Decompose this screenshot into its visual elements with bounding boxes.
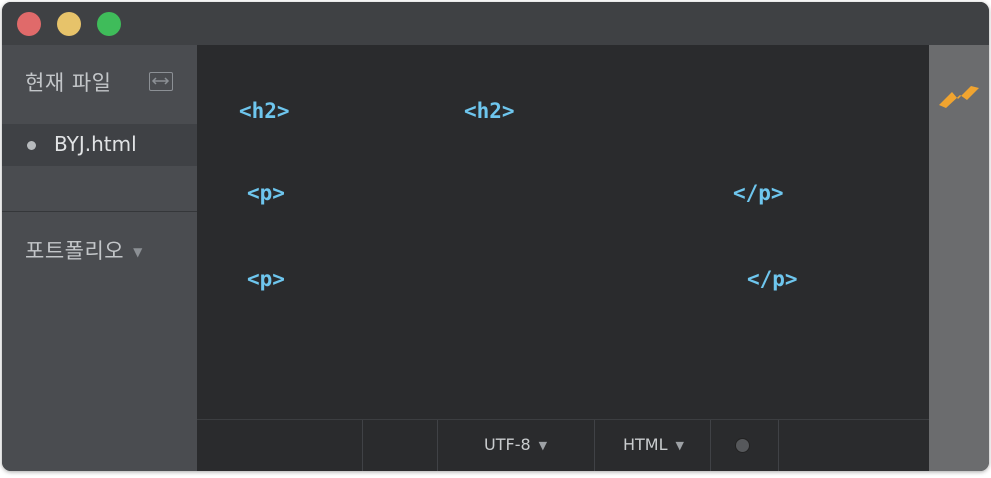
dropdown-caret-icon: ▼: [675, 439, 684, 452]
file-dot-icon: [27, 141, 36, 150]
status-divider: [437, 420, 438, 471]
code-tag[interactable]: <h2>: [239, 99, 290, 123]
title-bar: [2, 2, 989, 45]
code-tag[interactable]: <p>: [247, 181, 285, 205]
maximize-window-button[interactable]: [97, 12, 121, 36]
code-tag[interactable]: </p>: [733, 181, 784, 205]
close-window-button[interactable]: [17, 12, 41, 36]
sidebar: 현재 파일 BYJ.html 포트폴리오 ▼: [2, 45, 197, 471]
sidebar-divider: [2, 211, 197, 212]
code-tag[interactable]: </p>: [747, 267, 798, 291]
right-toolbar: [929, 45, 989, 471]
language-dropdown[interactable]: HTML ▼: [623, 435, 684, 454]
encoding-dropdown[interactable]: UTF-8 ▼: [484, 435, 547, 454]
dropdown-caret-icon: ▼: [538, 439, 548, 452]
status-divider: [710, 420, 711, 471]
project-folder-label: 포트폴리오: [25, 239, 125, 263]
status-bar: UTF-8 ▼ HTML ▼: [197, 419, 929, 471]
language-label: HTML: [623, 435, 668, 454]
folder-caret-icon: ▼: [133, 245, 143, 259]
status-divider: [362, 420, 363, 471]
code-tag[interactable]: <h2>: [464, 99, 515, 123]
code-editor[interactable]: <h2> <h2> <p> </p> <p> </p>: [197, 45, 929, 419]
project-folder-dropdown[interactable]: 포트폴리오 ▼: [25, 235, 143, 265]
code-tag[interactable]: <p>: [247, 267, 285, 291]
status-dot-icon[interactable]: [735, 438, 750, 453]
status-divider: [594, 420, 595, 471]
minimize-window-button[interactable]: [57, 12, 81, 36]
working-file-item[interactable]: BYJ.html: [2, 124, 197, 166]
live-preview-bolt-icon[interactable]: [938, 85, 982, 111]
status-divider: [778, 420, 779, 471]
encoding-label: UTF-8: [484, 435, 531, 454]
file-name-label: BYJ.html: [54, 132, 137, 156]
editor-window: 현재 파일 BYJ.html 포트폴리오 ▼ <h2> <h2> <p> </p>…: [2, 2, 989, 471]
working-files-title: 현재 파일: [25, 71, 112, 95]
split-view-icon[interactable]: [149, 72, 173, 91]
